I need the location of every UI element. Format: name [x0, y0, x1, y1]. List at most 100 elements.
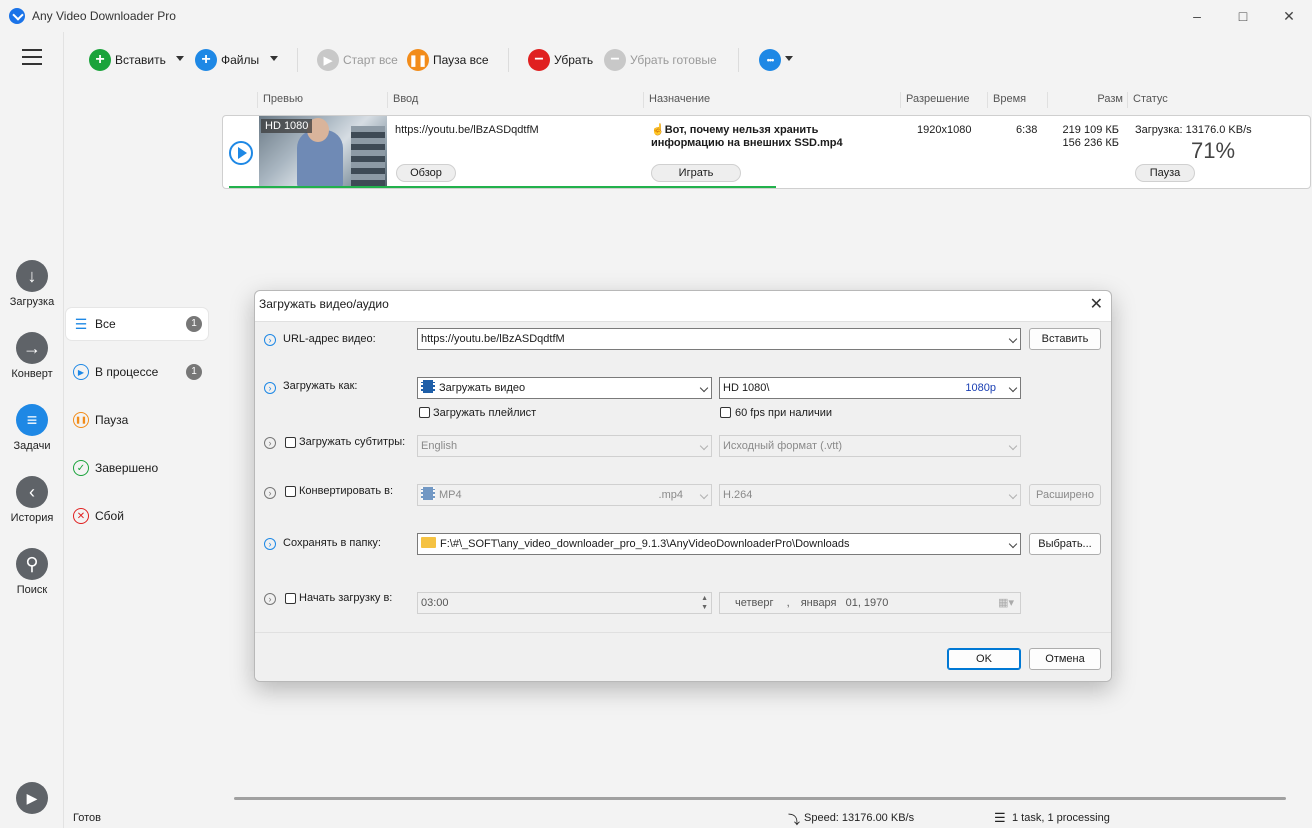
playlist-checkbox[interactable]: [419, 407, 430, 418]
chevron-right-icon[interactable]: ›: [264, 487, 276, 499]
category-in-progress[interactable]: ▶ В процессе 1: [66, 356, 208, 388]
advanced-button[interactable]: Расширено: [1029, 484, 1101, 506]
more-dropdown-icon[interactable]: [785, 56, 793, 61]
play-task-icon[interactable]: [229, 141, 253, 165]
convert-codec-value: H.264: [723, 489, 753, 501]
rail-item-search[interactable]: ⚲ Поиск: [0, 548, 64, 596]
fps60-checkbox[interactable]: [720, 407, 731, 418]
chevron-right-icon[interactable]: ›: [264, 382, 276, 394]
count-badge: 1: [186, 364, 202, 380]
chevron-down-icon[interactable]: [1008, 490, 1018, 500]
chevron-down-icon[interactable]: [699, 441, 709, 451]
browse-pill-button[interactable]: Обзор: [396, 164, 456, 182]
schedule-checkbox[interactable]: [285, 593, 296, 604]
schedule-label: Начать загрузку в:: [299, 592, 393, 604]
plus-icon: +: [195, 49, 217, 71]
convert-codec-select[interactable]: H.264: [719, 484, 1021, 506]
choose-folder-button[interactable]: Выбрать...: [1029, 533, 1101, 555]
status-speed: Speed: 13176.00 KB/s: [804, 812, 915, 824]
paste-url-button[interactable]: Вставить: [1029, 328, 1101, 350]
url-input[interactable]: https://youtu.be/lBzASDqdtfM: [417, 328, 1021, 350]
maximize-button[interactable]: □: [1220, 0, 1266, 32]
paste-label: Вставить: [115, 53, 166, 67]
start-all-button[interactable]: ▶ Старт все: [317, 48, 398, 72]
column-header-resolution[interactable]: Разрешение: [900, 92, 970, 108]
chevron-right-icon[interactable]: ›: [264, 538, 276, 550]
cancel-button[interactable]: Отмена: [1029, 648, 1101, 670]
schedule-time-input[interactable]: 03:00 ▲ ▼: [417, 592, 712, 614]
task-size-done: 219 109 КБ: [1062, 124, 1119, 136]
remove-done-button[interactable]: − Убрать готовые: [604, 48, 717, 72]
column-header-size[interactable]: Разм: [1047, 92, 1127, 108]
pause-all-label: Пауза все: [433, 53, 489, 67]
column-header-preview[interactable]: Превью: [257, 92, 303, 108]
play-circle-icon[interactable]: ▶: [16, 782, 48, 814]
column-header-status[interactable]: Статус: [1127, 92, 1168, 108]
chevron-down-icon[interactable]: [1008, 441, 1018, 451]
subtitles-format-select[interactable]: Исходный формат (.vtt): [719, 435, 1021, 457]
task-size-total: 156 236 КБ: [1062, 137, 1119, 149]
category-completed[interactable]: ✓ Завершено: [66, 452, 208, 484]
table-row[interactable]: HD 1080 https://youtu.be/lBzASDqdtfM Обз…: [222, 115, 1311, 189]
subtitles-language-select[interactable]: English: [417, 435, 712, 457]
play-pill-button[interactable]: Играть: [651, 164, 741, 182]
convert-format-select[interactable]: MP4 .mp4: [417, 484, 712, 506]
rail-label-tasks: Задачи: [13, 440, 51, 452]
quality-badge: HD 1080: [261, 119, 313, 133]
chevron-right-icon[interactable]: ›: [264, 437, 276, 449]
hamburger-menu-icon[interactable]: [22, 49, 42, 65]
files-dropdown-icon[interactable]: [270, 56, 278, 61]
files-button[interactable]: + Файлы: [195, 48, 259, 72]
spin-arrows-icon[interactable]: ▲ ▼: [701, 594, 708, 612]
chevron-down-icon[interactable]: [699, 383, 709, 393]
category-all[interactable]: ☰ Все 1: [66, 308, 208, 340]
more-button[interactable]: •••: [759, 48, 785, 72]
rail-item-convert[interactable]: → Конверт: [0, 332, 64, 380]
paste-dropdown-icon[interactable]: [176, 56, 184, 61]
chevron-down-icon[interactable]: [699, 490, 709, 500]
schedule-weekday: четверг: [735, 597, 774, 609]
table-header: Превью Ввод Назначение Разрешение Время …: [217, 88, 1312, 110]
close-window-button[interactable]: ✕: [1266, 0, 1312, 32]
category-label: В процессе: [95, 365, 159, 379]
dialog-title: Загружать видео/аудио: [259, 297, 389, 311]
save-folder-select[interactable]: F:\#\_SOFT\any_video_downloader_pro_9.1.…: [417, 533, 1021, 555]
task-resolution: 1920x1080: [917, 124, 972, 136]
rail-item-history[interactable]: ‹ История: [0, 476, 64, 524]
horizontal-scrollbar[interactable]: [234, 797, 1286, 800]
minimize-button[interactable]: –: [1174, 0, 1220, 32]
category-paused[interactable]: ❚❚ Пауза: [66, 404, 208, 436]
chevron-down-icon[interactable]: [1008, 539, 1018, 549]
rail-item-tasks[interactable]: ≡ Задачи: [0, 404, 64, 452]
paste-button[interactable]: + Вставить: [89, 48, 166, 72]
toolbar: + Вставить + Файлы ▶ Старт все ❚❚ Пауза …: [64, 32, 1312, 88]
status-tasks: 1 task, 1 processing: [1012, 812, 1110, 824]
column-header-destination[interactable]: Назначение: [643, 92, 710, 108]
category-failed[interactable]: ✕ Сбой: [66, 500, 208, 532]
chevron-right-icon[interactable]: ›: [264, 593, 276, 605]
remove-button[interactable]: − Убрать: [528, 48, 593, 72]
column-header-time[interactable]: Время: [987, 92, 1047, 108]
chevron-down-icon[interactable]: [1008, 334, 1018, 344]
task-duration: 6:38: [1016, 124, 1038, 136]
category-label: Сбой: [95, 509, 124, 523]
separator: [508, 48, 509, 72]
schedule-date-input[interactable]: четверг , января 01, 1970 ▦▾: [719, 592, 1021, 614]
download-type-select[interactable]: Загружать видео: [417, 377, 712, 399]
convert-checkbox[interactable]: [285, 486, 296, 497]
chevron-right-icon[interactable]: ›: [264, 334, 276, 346]
pause-all-button[interactable]: ❚❚ Пауза все: [407, 48, 489, 72]
ok-button[interactable]: OK: [947, 648, 1021, 670]
column-header-input[interactable]: Ввод: [387, 92, 418, 108]
pause-pill-button[interactable]: Пауза: [1135, 164, 1195, 182]
chevron-down-icon[interactable]: [1008, 383, 1018, 393]
rail-item-download[interactable]: ↓ Загрузка: [0, 260, 64, 308]
calendar-icon[interactable]: ▦▾: [998, 593, 1014, 613]
quality-select[interactable]: HD 1080\ 1080p: [719, 377, 1021, 399]
convert-ext: .mp4: [658, 489, 683, 501]
download-type-value: Загружать видео: [439, 382, 526, 394]
subtitles-checkbox[interactable]: [285, 437, 296, 448]
window-title: Any Video Downloader Pro: [32, 9, 176, 23]
schedule-month: января: [800, 597, 837, 609]
close-icon[interactable]: ✕: [1090, 294, 1103, 314]
